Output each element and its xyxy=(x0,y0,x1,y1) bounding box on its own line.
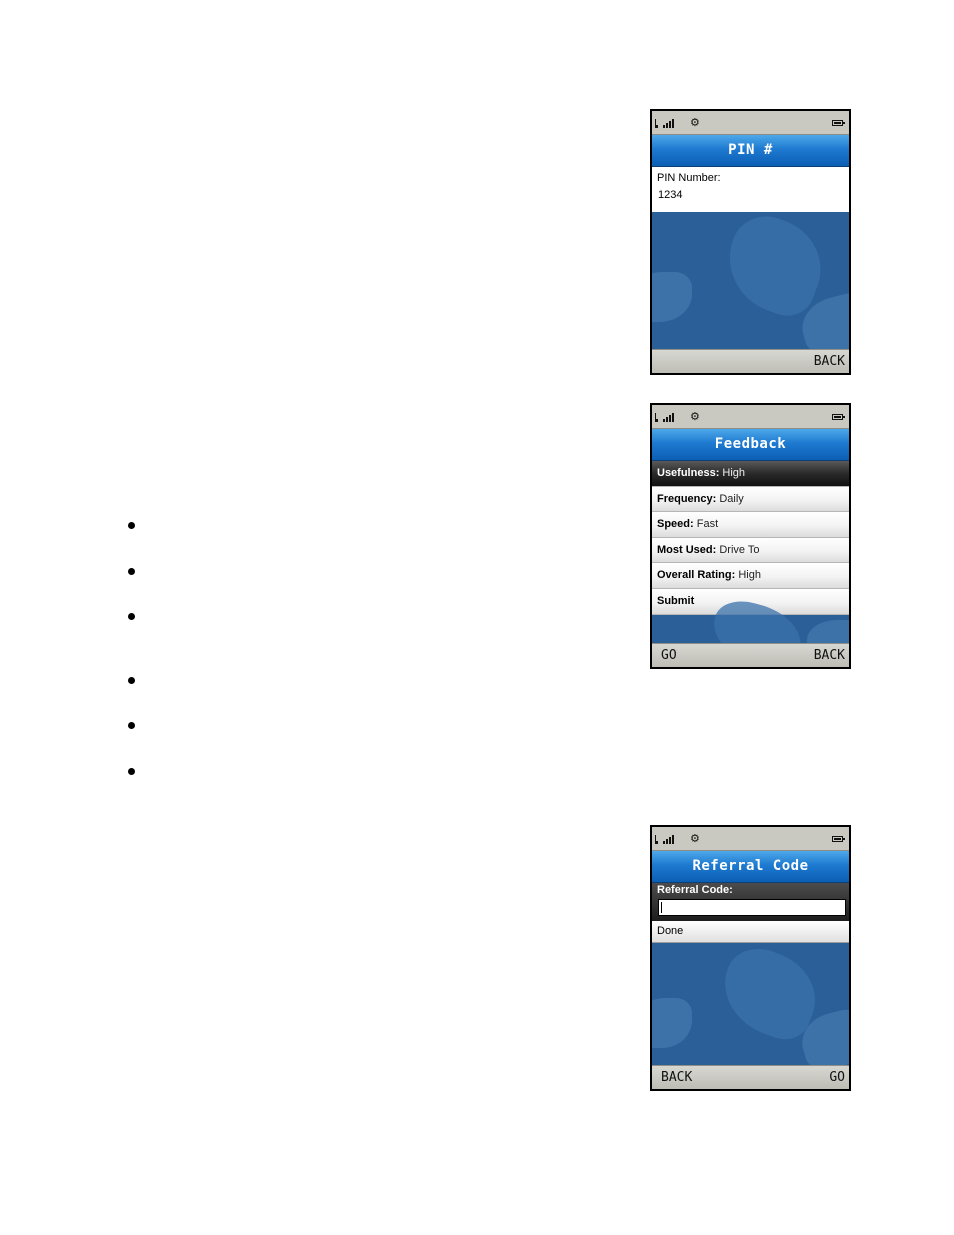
battery-icon xyxy=(832,414,845,420)
bullet-point xyxy=(128,677,135,684)
back-softkey[interactable]: BACK xyxy=(814,354,845,369)
feedback-menu: Usefulness: High Frequency: Daily Speed:… xyxy=(652,461,849,615)
bullet-point xyxy=(128,768,135,775)
battery-icon xyxy=(832,836,845,842)
menu-item-usefulness[interactable]: Usefulness: High xyxy=(652,461,849,487)
screen-title: Feedback xyxy=(652,429,849,461)
go-softkey[interactable]: GO xyxy=(829,1070,845,1085)
settings-gear-icon: ⚙ xyxy=(690,116,700,129)
back-softkey[interactable]: BACK xyxy=(814,648,845,663)
menu-item-most-used[interactable]: Most Used: Drive To xyxy=(652,537,849,564)
referral-code-field-group: Referral Code: xyxy=(652,883,849,921)
bullet-point xyxy=(128,568,135,575)
signal-icon xyxy=(655,119,675,128)
menu-item-speed[interactable]: Speed: Fast xyxy=(652,512,849,538)
softkey-bar: GO BACK xyxy=(652,643,849,667)
bullet-point xyxy=(128,722,135,729)
menu-item-frequency[interactable]: Frequency: Daily xyxy=(652,486,849,513)
wallpaper-background xyxy=(652,594,849,667)
signal-icon xyxy=(655,413,675,422)
settings-gear-icon: ⚙ xyxy=(690,832,700,845)
text-cursor xyxy=(661,902,662,913)
screen-title: PIN # xyxy=(652,135,849,167)
softkey-bar: BACK xyxy=(652,349,849,373)
status-bar: ⚙ xyxy=(652,111,849,135)
pin-number-label: PIN Number: xyxy=(657,172,721,184)
softkey-bar: BACK GO xyxy=(652,1065,849,1089)
status-bar: ⚙ xyxy=(652,827,849,851)
pin-phone-screen: ⚙ PIN # PIN Number: 1234 BACK xyxy=(650,109,851,375)
pin-number-value: 1234 xyxy=(658,189,683,201)
go-softkey[interactable]: GO xyxy=(661,648,677,663)
feedback-phone-screen: ⚙ Feedback Usefulness: High Frequency: D… xyxy=(650,403,851,669)
done-menu-item[interactable]: Done xyxy=(652,921,849,943)
menu-item-overall-rating[interactable]: Overall Rating: High xyxy=(652,563,849,589)
wallpaper-background xyxy=(652,939,849,1076)
back-softkey[interactable]: BACK xyxy=(661,1070,692,1085)
referral-code-input[interactable] xyxy=(658,899,846,916)
wallpaper-background xyxy=(652,206,849,361)
pin-number-field[interactable]: PIN Number: 1234 xyxy=(652,167,849,212)
battery-icon xyxy=(832,120,845,126)
settings-gear-icon: ⚙ xyxy=(690,410,700,423)
bullet-point xyxy=(128,613,135,620)
status-bar: ⚙ xyxy=(652,405,849,429)
signal-icon xyxy=(655,835,675,844)
referral-phone-screen: ⚙ Referral Code Referral Code: Done BACK… xyxy=(650,825,851,1091)
screen-title: Referral Code xyxy=(652,851,849,883)
bullet-point xyxy=(128,522,135,529)
referral-code-label: Referral Code: xyxy=(657,884,733,896)
